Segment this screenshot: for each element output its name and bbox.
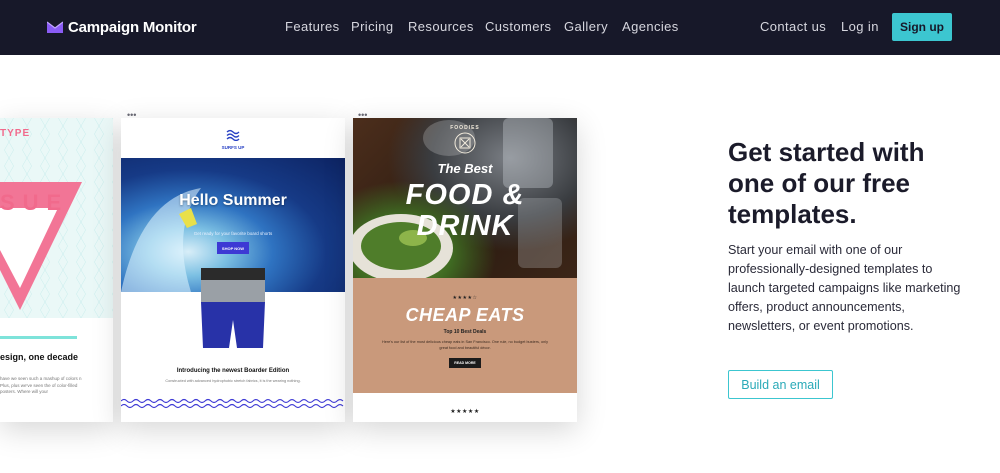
card3-bottom-stars: ★★★★★ — [450, 409, 480, 415]
card2-description: Constructed with advanced hydrophobic st… — [165, 379, 301, 383]
card3-food-drink-title: FOOD & DRINK — [405, 179, 525, 242]
card1-heading: esign, one decade — [0, 352, 79, 362]
nav-link-pricing[interactable]: Pricing — [351, 19, 394, 34]
template-card-type-issue[interactable]: TYPE SUE esign, one decade have we seen … — [0, 118, 113, 422]
teal-divider — [0, 336, 77, 339]
nav-link-gallery[interactable]: Gallery — [564, 19, 608, 34]
cheap-eats-copy: Here's our list of the most delicious ch… — [382, 340, 548, 350]
sign-up-button[interactable]: Sign up — [892, 13, 952, 41]
card3-rating-stars: ★★★★☆ — [452, 295, 478, 301]
hero-subtitle: Get ready for your favorite board shorts — [193, 231, 273, 236]
card2-brand: SURFS UP — [221, 145, 245, 150]
card1-body: have we seen such a mashup of colors n P… — [0, 376, 82, 394]
template-card-food-drink[interactable]: FOODIES The Best FOOD & DRINK ★★★★☆ CHEA… — [353, 118, 577, 422]
read-more-button[interactable]: READ MORE — [449, 358, 481, 368]
card2-title: Introducing the newest Boarder Edition — [176, 368, 290, 374]
contact-us-link[interactable]: Contact us — [760, 19, 826, 34]
brand-name: Campaign Monitor — [68, 18, 197, 36]
hero-title: Hello Summer — [179, 192, 287, 209]
wave-icon — [226, 129, 240, 141]
foodies-badge-icon — [454, 132, 476, 154]
cheap-eats-title: CHEAP EATS — [405, 305, 525, 325]
build-an-email-button[interactable]: Build an email — [728, 370, 833, 399]
nav-link-customers[interactable]: Customers — [485, 19, 551, 34]
envelope-chevron-icon — [47, 21, 63, 33]
card1-type-label: TYPE — [0, 128, 31, 139]
template-card-surfs-up[interactable]: SURFS UP Hello Summer Get ready for your… — [121, 118, 345, 422]
top-navigation-bar: Campaign Monitor Features Pricing Resour… — [0, 0, 1000, 55]
foodies-badge-text: FOODIES — [450, 125, 480, 131]
promo-headline: Get started with one of our free templat… — [728, 137, 925, 229]
promo-paragraph: Start your email with one of our profess… — [728, 243, 961, 333]
nav-link-resources[interactable]: Resources — [408, 19, 474, 34]
nav-link-agencies[interactable]: Agencies — [622, 19, 679, 34]
card1-big-text: SUE — [0, 190, 70, 215]
brand-logo[interactable]: Campaign Monitor — [47, 16, 197, 38]
top-deals-subtitle: Top 10 Best Deals — [443, 329, 487, 335]
log-in-link[interactable]: Log in — [841, 19, 879, 34]
board-shorts-image — [201, 268, 265, 348]
shop-now-button[interactable]: SHOP NOW — [217, 242, 249, 254]
nav-link-features[interactable]: Features — [285, 19, 340, 34]
card3-the-best: The Best — [437, 161, 493, 176]
wave-border-graphic — [121, 398, 344, 409]
